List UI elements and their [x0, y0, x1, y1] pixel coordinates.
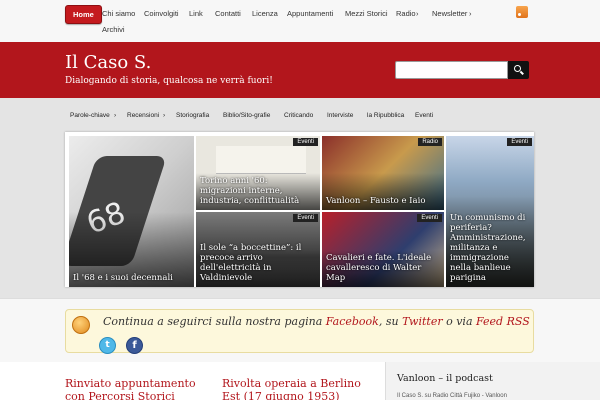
nav-mezzi-storici[interactable]: Mezzi Storici	[345, 9, 388, 18]
nav-contatti[interactable]: Contatti	[215, 9, 241, 18]
chevron-right-icon: ›	[416, 9, 419, 18]
slide-tile[interactable]: Eventi Il sole “a boccettine”: il precoc…	[196, 212, 320, 287]
slide-tile[interactable]: 68 Il '68 e i suoi decennali	[69, 136, 194, 287]
post-title[interactable]: Rinviato appuntamento con Percorsi Stori…	[65, 377, 205, 400]
nav-appuntamenti[interactable]: Appuntamenti	[287, 9, 333, 18]
slide-caption[interactable]: Un comunismo di periferia? Amministrazio…	[450, 213, 530, 283]
twitter-link[interactable]: Twitter	[402, 315, 443, 328]
nav-chi-siamo[interactable]: Chi siamo	[102, 9, 135, 18]
slide-tile[interactable]: Eventi Cavalieri e fate. L'ideale cavall…	[322, 212, 444, 287]
category-badge[interactable]: Radio	[418, 138, 442, 146]
facebook-icon[interactable]: f	[126, 337, 143, 354]
search-button[interactable]	[508, 61, 529, 79]
rss-link[interactable]: Feed RSS	[476, 315, 530, 328]
slide-tile[interactable]: Eventi Torino anni '60: migrazioni inter…	[196, 136, 320, 210]
subnav-criticando[interactable]: Criticando	[284, 112, 313, 119]
facebook-link[interactable]: Facebook	[326, 315, 379, 328]
category-badge[interactable]: Eventi	[507, 138, 532, 146]
site-header: Il Caso S. Dialogando di storia, qualcos…	[0, 42, 600, 98]
social-callout: Continua a seguirci sulla nostra pagina …	[0, 298, 600, 362]
subnav-la-ripubblica[interactable]: la Ripubblica	[367, 112, 404, 119]
sidebar-title: Vanloon – il podcast	[397, 373, 493, 384]
nav-link[interactable]: Link	[189, 9, 203, 18]
subnav-parole-chiave[interactable]: Parole-chiave	[70, 112, 110, 119]
category-badge[interactable]: Eventi	[293, 138, 318, 146]
subnav-bibliografie[interactable]: Biblio/Sito-grafie	[223, 112, 270, 119]
chevron-right-icon: ›	[469, 9, 472, 18]
sidebar-link[interactable]: Il Caso S. su Radio Città Fujiko - Vanlo…	[397, 393, 507, 399]
sidebar: Vanloon – il podcast Il Caso S. su Radio…	[385, 362, 600, 400]
chevron-right-icon: ›	[163, 112, 166, 119]
search-form	[395, 61, 529, 79]
chevron-right-icon: ›	[114, 112, 117, 119]
nav-licenza[interactable]: Licenza	[252, 9, 278, 18]
slide-tile[interactable]: Radio Vanloon – Fausto e Iaio	[322, 136, 444, 210]
slide-caption[interactable]: Il '68 e i suoi decennali	[73, 273, 190, 283]
subnav-eventi[interactable]: Eventi	[415, 112, 433, 119]
post-title[interactable]: Rivolta operaia a Berlino Est (17 giugno…	[222, 377, 372, 400]
top-navigation: Home Chi siamo Coinvolgiti Link Contatti…	[0, 0, 600, 42]
nav-radio[interactable]: Radio	[396, 9, 416, 18]
twitter-icon[interactable]: t	[99, 337, 116, 354]
slide-image	[216, 146, 306, 174]
nav-archivi[interactable]: Archivi	[102, 25, 125, 34]
recent-posts: Rinviato appuntamento con Percorsi Stori…	[0, 362, 600, 400]
slide-caption[interactable]: Cavalieri e fate. L'ideale cavalleresco …	[326, 253, 440, 283]
slide-caption[interactable]: Torino anni '60: migrazioni interne, ind…	[200, 176, 316, 206]
featured-slider: 68 Il '68 e i suoi decennali Eventi Tori…	[65, 132, 534, 287]
callout-text: Continua a seguirci sulla nostra pagina …	[103, 315, 530, 328]
subnav-storiografia[interactable]: Storiografia	[176, 112, 209, 119]
slide-caption[interactable]: Vanloon – Fausto e Iaio	[326, 196, 440, 206]
nav-coinvolgiti[interactable]: Coinvolgiti	[144, 9, 179, 18]
search-input[interactable]	[395, 61, 508, 79]
subnav-interviste[interactable]: Interviste	[327, 112, 353, 119]
subnav-recensioni[interactable]: Recensioni	[127, 112, 159, 119]
callout-box: Continua a seguirci sulla nostra pagina …	[65, 309, 534, 354]
site-tagline: Dialogando di storia, qualcosa ne verrà …	[65, 76, 273, 86]
nav-home[interactable]: Home	[65, 5, 102, 24]
category-badge[interactable]: Eventi	[293, 214, 318, 222]
slide-caption[interactable]: Il sole “a boccettine”: il precoce arriv…	[200, 243, 316, 283]
rss-icon[interactable]	[72, 316, 90, 334]
site-title[interactable]: Il Caso S.	[65, 52, 151, 73]
slide-tile[interactable]: Eventi Un comunismo di periferia? Ammini…	[446, 136, 534, 287]
category-badge[interactable]: Eventi	[417, 214, 442, 222]
nav-newsletter[interactable]: Newsletter	[432, 9, 467, 18]
rss-icon[interactable]	[516, 6, 528, 18]
